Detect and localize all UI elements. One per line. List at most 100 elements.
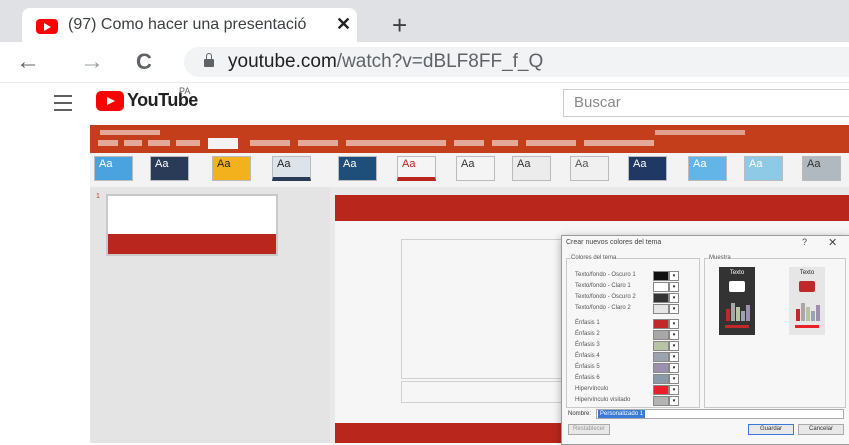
color-row-label: Énfasis 2: [575, 331, 600, 337]
color-row: Texto/fondo - Claro 2 ▾: [575, 304, 695, 314]
cancel-button[interactable]: Cancelar: [798, 424, 844, 435]
ribbon-tab: [492, 140, 518, 146]
color-row: Énfasis 2 ▾: [575, 330, 695, 340]
chevron-down-icon[interactable]: ▾: [669, 293, 679, 303]
preview-group-label: Muestra: [709, 255, 731, 261]
dark-preview: Texto: [719, 267, 755, 335]
name-label: Nombre:: [568, 411, 592, 417]
url-path: /watch?v=dBLF8FF_f_Q: [336, 51, 544, 72]
color-row: Énfasis 1 ▾: [575, 319, 695, 329]
name-value: Personalizado 1: [598, 410, 646, 418]
ribbon-tab: [176, 140, 200, 146]
theme-thumbnail: Aa: [688, 156, 727, 181]
preview-group: Muestra Texto Texto: [704, 255, 846, 408]
youtube-favicon-icon: [36, 19, 58, 34]
close-icon[interactable]: ✕: [828, 236, 837, 249]
slides-panel: 1: [90, 187, 330, 443]
ribbon-tab: [298, 140, 338, 146]
color-swatch[interactable]: [653, 330, 669, 340]
ribbon-tab: [124, 140, 142, 146]
color-swatch[interactable]: [653, 396, 669, 406]
color-swatch[interactable]: [653, 271, 669, 281]
themes-gallery: Aa Aa Aa Aa Aa Aa Aa Aa Aa Aa Aa Aa Aa: [90, 153, 849, 187]
color-row: Texto/fondo - Claro 1 ▾: [575, 282, 695, 292]
ribbon-tab: [346, 140, 446, 146]
theme-thumbnail: Aa: [744, 156, 783, 181]
color-swatch[interactable]: [653, 352, 669, 362]
theme-thumbnail: Aa: [272, 156, 311, 181]
color-swatch[interactable]: [653, 319, 669, 329]
theme-thumbnail: Aa: [628, 156, 667, 181]
theme-thumbnail: Aa: [570, 156, 609, 181]
theme-thumbnail: Aa: [512, 156, 551, 181]
address-bar[interactable]: youtube.com/watch?v=dBLF8FF_f_Q: [184, 47, 849, 77]
color-row-label: Hipervínculo visitado: [575, 397, 631, 403]
search-input[interactable]: Buscar: [563, 89, 849, 117]
theme-colors-group: Colores del tema Texto/fondo - Oscuro 1 ▾…: [566, 255, 700, 408]
color-row: Énfasis 3 ▾: [575, 341, 695, 351]
color-swatch[interactable]: [653, 293, 669, 303]
help-icon[interactable]: ?: [802, 237, 807, 247]
hyperlink-sample: [729, 281, 745, 292]
color-swatch[interactable]: [653, 304, 669, 314]
chevron-down-icon[interactable]: ▾: [669, 341, 679, 351]
chevron-down-icon[interactable]: ▾: [669, 304, 679, 314]
youtube-header: YouTube PA Buscar: [0, 83, 849, 123]
color-row-label: Texto/fondo - Claro 2: [575, 305, 631, 311]
color-row-label: Texto/fondo - Oscuro 2: [575, 294, 636, 300]
hyperlink-underline: [725, 325, 749, 328]
ppt-window-title: [655, 130, 745, 135]
save-button[interactable]: Guardar: [748, 424, 794, 435]
name-input[interactable]: Personalizado 1: [596, 409, 844, 419]
close-tab-icon[interactable]: ✕: [336, 14, 351, 35]
color-row: Texto/fondo - Oscuro 1 ▾: [575, 271, 695, 281]
ribbon-tab: [148, 140, 170, 146]
theme-thumbnail: Aa: [150, 156, 189, 181]
theme-thumbnail: Aa: [456, 156, 495, 181]
title-placeholder: [401, 239, 583, 379]
color-row-label: Énfasis 6: [575, 375, 600, 381]
tab-strip: (97) Como hacer una presentació ✕ +: [0, 0, 849, 42]
chevron-down-icon[interactable]: ▾: [669, 319, 679, 329]
chevron-down-icon[interactable]: ▾: [669, 374, 679, 384]
hyperlink-underline: [795, 325, 819, 328]
url-domain: youtube.com: [228, 51, 337, 72]
slide-thumbnail[interactable]: [106, 194, 278, 256]
chevron-down-icon[interactable]: ▾: [669, 352, 679, 362]
youtube-logo-icon[interactable]: [96, 91, 124, 111]
chevron-down-icon[interactable]: ▾: [669, 385, 679, 395]
color-row-label: Énfasis 3: [575, 342, 600, 348]
light-preview-label: Texto: [799, 270, 815, 276]
browser-tab[interactable]: (97) Como hacer una presentació ✕: [22, 8, 357, 42]
chevron-down-icon[interactable]: ▾: [669, 396, 679, 406]
forward-icon[interactable]: →: [80, 48, 104, 76]
chevron-down-icon[interactable]: ▾: [669, 330, 679, 340]
color-row-label: Texto/fondo - Oscuro 1: [575, 272, 636, 278]
reload-icon[interactable]: C: [136, 49, 152, 75]
ribbon-tab-active: [208, 138, 238, 149]
color-swatch[interactable]: [653, 341, 669, 351]
reset-button[interactable]: Restablecer: [568, 424, 610, 435]
url-text: youtube.com/watch?v=dBLF8FF_f_Q: [228, 51, 543, 73]
theme-thumbnail: Aa: [212, 156, 251, 181]
back-icon[interactable]: ←: [16, 48, 40, 76]
ribbon-tab: [454, 140, 484, 146]
new-tab-button[interactable]: +: [392, 10, 407, 41]
subtitle-placeholder: [401, 381, 583, 403]
chevron-down-icon[interactable]: ▾: [669, 282, 679, 292]
tab-title: (97) Como hacer una presentació: [68, 16, 307, 33]
quick-access-toolbar: [100, 130, 160, 135]
chevron-down-icon[interactable]: ▾: [669, 363, 679, 373]
chevron-down-icon[interactable]: ▾: [669, 271, 679, 281]
color-row: Hipervínculo visitado ▾: [575, 396, 695, 406]
ribbon-tab: [98, 140, 118, 146]
color-swatch[interactable]: [653, 385, 669, 395]
color-swatch[interactable]: [653, 363, 669, 373]
menu-icon[interactable]: [54, 95, 72, 111]
color-row: Énfasis 6 ▾: [575, 374, 695, 384]
theme-thumbnail: Aa: [94, 156, 133, 181]
slide-number: 1: [96, 193, 100, 200]
color-swatch[interactable]: [653, 282, 669, 292]
ribbon-tab: [250, 140, 290, 146]
color-swatch[interactable]: [653, 374, 669, 384]
